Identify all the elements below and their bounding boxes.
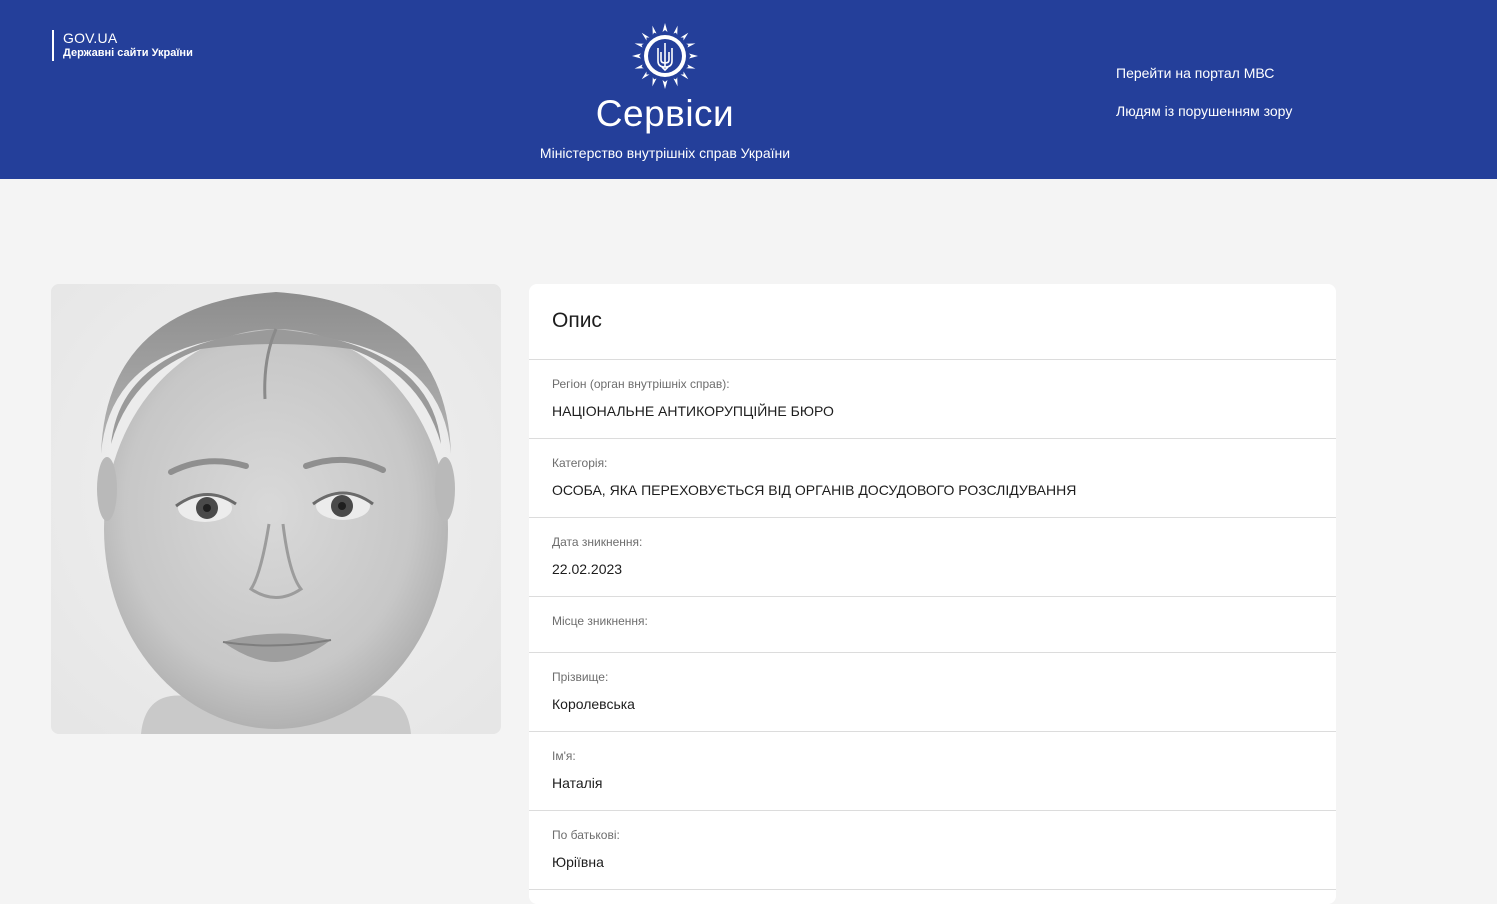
field-label: Категорія:: [552, 456, 608, 470]
police-emblem-icon[interactable]: [631, 22, 699, 90]
gov-ua-link[interactable]: GOV.UA Державні сайти України: [52, 30, 193, 61]
field-region: Регіон (орган внутрішніх справ): НАЦІОНА…: [529, 360, 1336, 439]
field-label: Місце зникнення:: [552, 614, 648, 628]
person-photo-image: [51, 284, 501, 734]
gov-ua-subtitle: Державні сайти України: [63, 47, 193, 59]
field-missing-date: Дата зникнення: 22.02.2023: [529, 518, 1336, 597]
mvs-portal-link[interactable]: Перейти на портал МВС: [1116, 64, 1274, 82]
field-value: Королевська: [552, 696, 635, 712]
field-label: По батькові:: [552, 828, 620, 842]
field-missing-place: Місце зникнення:: [529, 597, 1336, 653]
description-title: Опис: [552, 309, 602, 332]
field-patronymic: По батькові: Юріївна: [529, 811, 1336, 890]
brand-title[interactable]: Сервіси: [500, 92, 830, 136]
field-label: Ім'я:: [552, 749, 576, 763]
field-first-name: Ім'я: Наталія: [529, 732, 1336, 811]
gov-ua-title: GOV.UA: [63, 30, 118, 46]
field-label: Дата зникнення:: [552, 535, 643, 549]
field-value: Наталія: [552, 775, 603, 791]
site-header: GOV.UA Державні сайти України Сервіси Мі…: [0, 0, 1497, 179]
field-surname: Прізвище: Королевська: [529, 653, 1336, 732]
field-label: Регіон (орган внутрішніх справ):: [552, 377, 730, 391]
field-value: Юріївна: [552, 854, 604, 870]
field-value: НАЦІОНАЛЬНЕ АНТИКОРУПЦІЙНЕ БЮРО: [552, 403, 834, 419]
brand-subtitle: Міністерство внутрішніх справ України: [539, 145, 791, 161]
field-category: Категорія: ОСОБА, ЯКА ПЕРЕХОВУЄТЬСЯ ВІД …: [529, 439, 1336, 518]
person-photo: [51, 284, 501, 734]
field-value: 22.02.2023: [552, 561, 623, 577]
description-card: Опис Регіон (орган внутрішніх справ): НА…: [529, 284, 1336, 904]
description-header: Опис: [529, 284, 1336, 360]
field-value: ОСОБА, ЯКА ПЕРЕХОВУЄТЬСЯ ВІД ОРГАНІВ ДОС…: [552, 482, 1077, 498]
accessibility-link[interactable]: Людям із порушенням зору: [1116, 102, 1292, 120]
field-label: Прізвище:: [552, 670, 609, 684]
